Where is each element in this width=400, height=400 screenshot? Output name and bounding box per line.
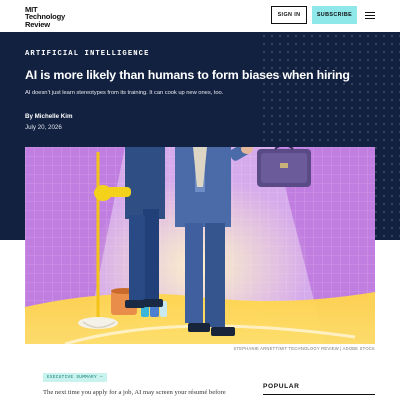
sign-in-button[interactable]: SIGN IN [271,6,307,24]
section-label[interactable]: ARTIFICIAL INTELLIGENCE [25,50,150,58]
logo-line-3: Review [25,19,50,29]
article-byline[interactable]: By Michelle Kim [25,113,72,120]
popular-heading: POPULAR [263,383,300,390]
article-body-first-line: The next time you apply for a job, AI ma… [43,389,226,396]
article-dek: AI doesn’t just learn stereotypes from i… [25,90,224,96]
article-headline: AI is more likely than humans to form bi… [25,68,350,82]
subscribe-button[interactable]: SUBSCRIBE [312,6,357,24]
lead-image [25,147,375,344]
site-header: MIT Technology Review SIGN IN SUBSCRIBE [0,0,400,32]
image-credit: STEPHANIE ARNETT/MIT TECHNOLOGY REVIEW |… [233,346,375,351]
executive-summary-chip[interactable]: EXECUTIVE SUMMARY — [43,373,107,382]
popular-divider [263,394,375,395]
collage-illustration [25,147,375,344]
article-date: July 20, 2026 [25,124,62,131]
mit-technology-review-logo[interactable]: MIT Technology Review [25,5,65,29]
hamburger-menu-icon[interactable] [365,12,375,20]
